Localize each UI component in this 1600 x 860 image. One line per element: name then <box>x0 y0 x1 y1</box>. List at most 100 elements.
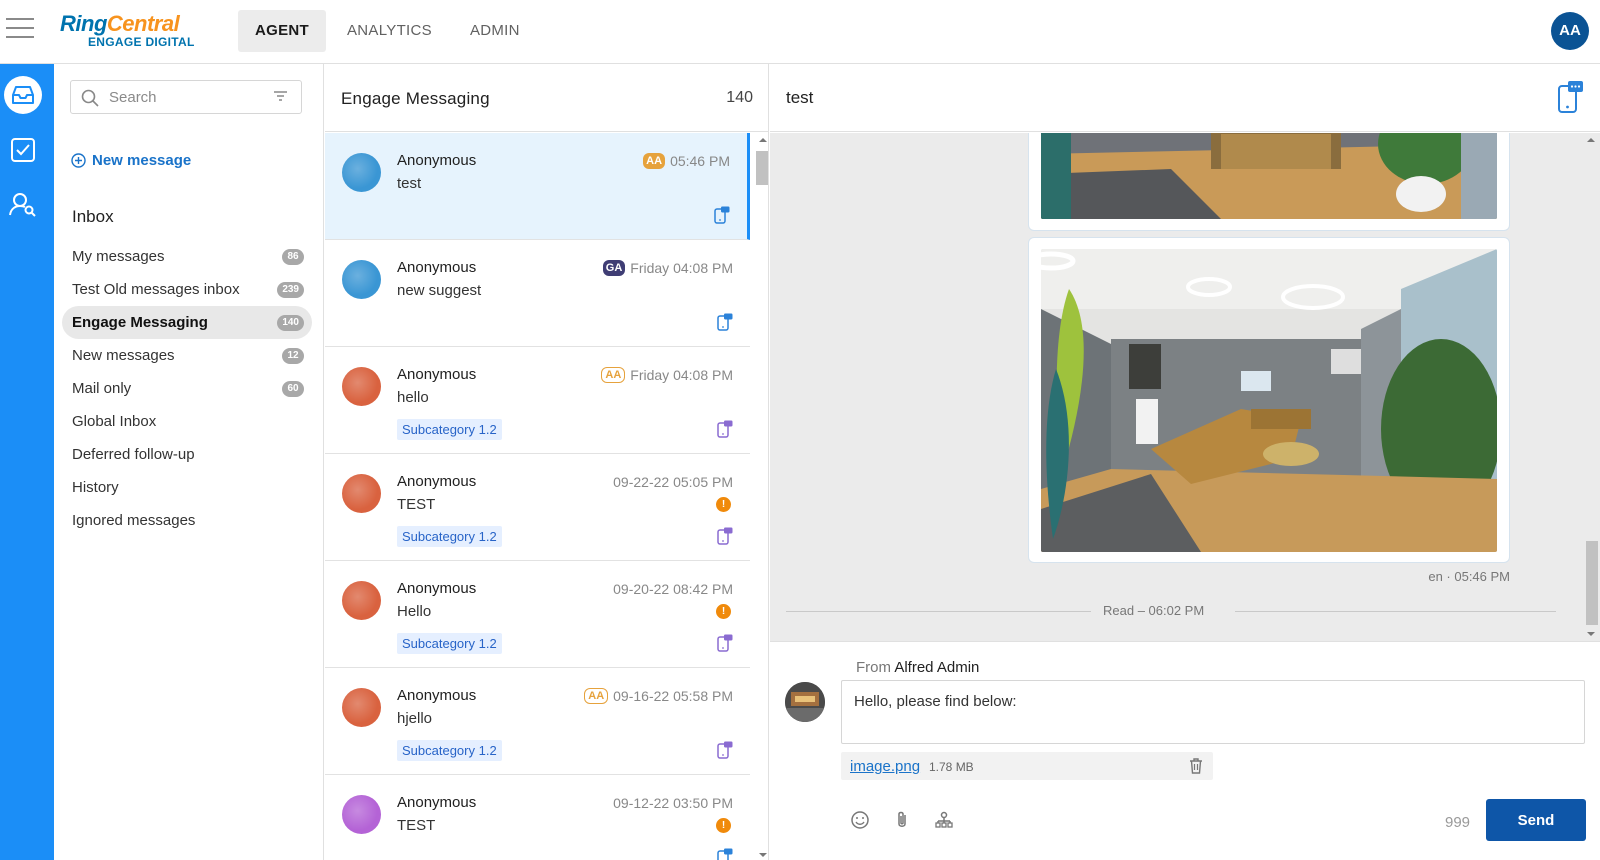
inbox-list: My messages 86 Test Old messages inbox 239… <box>62 240 312 537</box>
lobby-photo-partial[interactable] <box>1041 133 1497 219</box>
inbox-item-engage-messaging[interactable]: Engage Messaging 140 <box>62 306 312 339</box>
contact-name: Anonymous <box>397 152 477 169</box>
agent-avatar <box>785 682 825 722</box>
timestamp: 05:46 PM <box>670 153 730 169</box>
subcategory-tag[interactable]: Subcategory 1.2 <box>397 419 502 440</box>
messaging-channel-icon <box>717 634 733 657</box>
contact-name: Anonymous <box>397 687 477 704</box>
inbox-icon[interactable] <box>4 76 42 114</box>
attachment-link[interactable]: image.png <box>850 758 920 775</box>
inbox-item-new-messages[interactable]: New messages 12 <box>62 339 312 372</box>
search-input[interactable] <box>109 87 259 107</box>
conversation-item[interactable]: Anonymous TEST 09-22-22 05:05 PM! Subcatego… <box>325 454 750 561</box>
message-preview: hjello <box>397 710 433 727</box>
contact-name: Anonymous <box>397 580 477 597</box>
main-nav: AGENT ANALYTICS ADMIN <box>238 10 541 52</box>
conversation-item[interactable]: Anonymous new suggest GA Friday 04:08 PM <box>325 240 750 347</box>
hamburger-menu-icon[interactable] <box>6 18 34 40</box>
scroll-up-icon[interactable] <box>1582 135 1600 145</box>
read-status-text: Read – 06:02 PM <box>1103 603 1205 618</box>
messaging-channel-icon <box>717 527 733 550</box>
nav-tab-analytics[interactable]: ANALYTICS <box>330 10 449 52</box>
filter-icon[interactable] <box>274 91 287 103</box>
conversation-time: AA 05:46 PM <box>643 153 730 169</box>
message-preview: new suggest <box>397 282 482 299</box>
contact-name: Anonymous <box>397 259 477 276</box>
scroll-thumb[interactable] <box>1586 541 1598 625</box>
inbox-item-mail-only[interactable]: Mail only 60 <box>62 372 312 405</box>
thread-title: test <box>786 88 814 107</box>
message-preview: hello <box>397 389 429 406</box>
messaging-channel-icon <box>717 741 733 764</box>
left-rail <box>0 64 54 860</box>
contact-name: Anonymous <box>397 794 477 811</box>
trash-icon[interactable] <box>1189 758 1203 774</box>
scroll-thumb[interactable] <box>756 151 768 185</box>
conversation-item[interactable]: Anonymous hello AA Friday 04:08 PM Subcatego… <box>325 347 750 454</box>
conversation-list-title: Engage Messaging <box>341 89 490 108</box>
count-badge: 60 <box>282 381 304 397</box>
conversation-time: AA Friday 04:08 PM <box>601 367 733 383</box>
conversation-item[interactable]: Anonymous Hello 09-20-22 08:42 PM! Subcateg… <box>325 561 750 668</box>
inbox-item-ignored-messages[interactable]: Ignored messages <box>62 504 312 537</box>
contact-avatar <box>342 367 381 406</box>
paperclip-icon[interactable] <box>892 810 934 836</box>
contact-avatar <box>342 688 381 727</box>
subcategory-tag[interactable]: Subcategory 1.2 <box>397 740 502 761</box>
inbox-sidebar: New message Inbox My messages86 Test Old… <box>54 64 324 860</box>
warning-icon: ! <box>716 497 731 512</box>
send-button[interactable]: Send <box>1486 799 1586 841</box>
detail-header: test <box>770 64 1600 132</box>
contact-avatar <box>342 795 381 834</box>
new-message-button[interactable]: New message <box>71 152 191 169</box>
message-thread: en · 05:46 PM Read – 06:02 PM <box>770 133 1600 641</box>
nav-tab-admin[interactable]: ADMIN <box>453 10 537 52</box>
timestamp: Friday 04:08 PM <box>630 260 733 276</box>
attachment-size: 1.78 MB <box>929 760 974 774</box>
user-avatar[interactable]: AA <box>1551 12 1589 50</box>
task-check-icon[interactable] <box>4 131 42 169</box>
warning-icon: ! <box>716 818 731 833</box>
scroll-down-icon[interactable] <box>1582 629 1600 639</box>
timestamp: 09-22-22 05:05 PM <box>613 474 733 490</box>
count-badge: 12 <box>282 348 304 364</box>
conversation-item[interactable]: Anonymous hjello AA 09-16-22 05:58 PM Subcat… <box>325 668 750 775</box>
timestamp: 09-20-22 08:42 PM <box>613 581 733 597</box>
inbox-item-test-old-messages[interactable]: Test Old messages inbox 239 <box>62 273 312 306</box>
conversation-time: 09-22-22 05:05 PM <box>613 474 733 490</box>
attachment-chip: image.png 1.78 MB <box>841 752 1213 780</box>
message-meta: en · 05:46 PM <box>1428 569 1510 584</box>
conversation-time: AA 09-16-22 05:58 PM <box>584 688 733 704</box>
emoji-icon[interactable] <box>850 810 892 836</box>
count-badge: 239 <box>277 282 304 298</box>
conversation-count: 140 <box>726 89 753 106</box>
messaging-channel-icon <box>717 313 733 336</box>
conversation-scrollbar[interactable] <box>751 133 769 860</box>
subcategory-tag[interactable]: Subcategory 1.2 <box>397 633 502 654</box>
reply-text-input[interactable]: Hello, please find below: <box>841 680 1585 744</box>
inbox-item-my-messages[interactable]: My messages 86 <box>62 240 312 273</box>
subcategory-tag[interactable]: Subcategory 1.2 <box>397 526 502 547</box>
inbox-item-global-inbox[interactable]: Global Inbox <box>62 405 312 438</box>
lobby-photo[interactable] <box>1041 249 1497 552</box>
from-name[interactable]: Alfred Admin <box>894 659 979 676</box>
conversation-item[interactable]: Anonymous TEST 09-12-22 03:50 PM! <box>325 775 750 860</box>
character-counter: 999 <box>1445 814 1471 831</box>
inbox-item-history[interactable]: History <box>62 471 312 504</box>
thread-scrollbar[interactable] <box>1582 133 1600 641</box>
conversation-item[interactable]: Anonymous test AA 05:46 PM <box>325 133 750 240</box>
read-divider-right <box>1235 611 1556 612</box>
contact-avatar <box>342 474 381 513</box>
message-preview: Hello <box>397 603 432 620</box>
ringcentral-logo: RingCentral ENGAGE DIGITAL <box>60 11 195 49</box>
compose-toolbar <box>850 810 976 836</box>
contacts-icon[interactable] <box>4 185 42 223</box>
messaging-channel-icon <box>714 206 730 229</box>
messaging-channel-icon <box>1556 80 1584 119</box>
nav-tab-agent[interactable]: AGENT <box>238 10 326 52</box>
agent-badge: AA <box>584 688 609 704</box>
inbox-item-deferred-follow-up[interactable]: Deferred follow-up <box>62 438 312 471</box>
search-box[interactable] <box>70 80 302 114</box>
conversation-time: 09-12-22 03:50 PM <box>613 795 733 811</box>
hierarchy-icon[interactable] <box>934 810 976 836</box>
